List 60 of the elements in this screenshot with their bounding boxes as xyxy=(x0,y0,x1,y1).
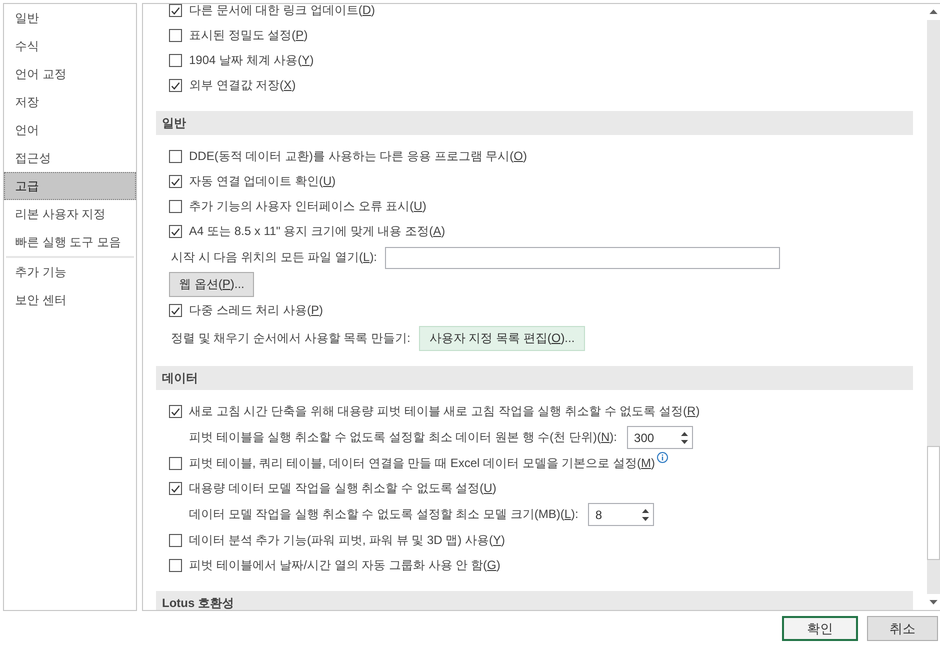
scroll-up-icon[interactable] xyxy=(927,4,940,20)
checkbox-label: 데이터 분석 추가 기능(파워 피벗, 파워 뷰 및 3D 맵) 사용(Y) xyxy=(189,532,506,549)
sidebar-item[interactable]: 접근성 xyxy=(4,144,136,172)
number-field[interactable]: 8 xyxy=(588,503,654,526)
checkbox[interactable] xyxy=(169,405,182,418)
sidebar-item[interactable]: 수식 xyxy=(4,32,136,60)
checkbox-label: 대용량 데이터 모델 작업을 실행 취소할 수 없도록 설정(U) xyxy=(189,480,496,497)
checkbox-label: 자동 연결 업데이트 확인(U) xyxy=(189,173,336,190)
checkbox[interactable] xyxy=(169,225,182,238)
checkbox-label: 다중 스레드 처리 사용(P) xyxy=(189,302,324,319)
checkbox[interactable] xyxy=(169,150,182,163)
down-arrow-icon[interactable] xyxy=(681,440,688,444)
sidebar-item[interactable]: 보안 센터 xyxy=(4,286,136,314)
edit-list-button[interactable]: 사용자 지정 목록 편집(O)... xyxy=(419,326,585,350)
sidebar-item[interactable]: 언어 xyxy=(4,116,136,144)
field-label: 데이터 모델 작업을 실행 취소할 수 없도록 설정할 최소 모델 크기(MB)(L): xyxy=(189,506,578,523)
checkbox-label: DDE(동적 데이터 교환)를 사용하는 다른 응용 프로그램 무시(O) xyxy=(189,148,528,165)
up-arrow-icon[interactable] xyxy=(642,508,650,512)
checkbox[interactable] xyxy=(169,29,182,42)
checkbox-label: 1904 날짜 체계 사용(Y) xyxy=(189,52,314,69)
checkbox-label: 새로 고침 시간 단축을 위해 대용량 피벗 테이블 새로 고침 작업을 실행 취소할 수 없도록 설정(R) xyxy=(189,403,700,420)
checkbox[interactable] xyxy=(169,559,182,572)
sidebar-item[interactable]: 언어 교정 xyxy=(4,60,136,88)
field-label: 정렬 및 채우기 순서에서 사용할 목록 만들기: xyxy=(171,330,410,346)
up-arrow-icon[interactable] xyxy=(681,432,688,436)
ok-button[interactable]: 확인 xyxy=(782,616,858,641)
section-header: 일반 xyxy=(156,111,913,135)
sidebar-item[interactable]: 일반 xyxy=(4,4,136,32)
scroll-down-icon[interactable] xyxy=(927,594,940,610)
checkbox[interactable] xyxy=(169,200,182,213)
checkbox[interactable] xyxy=(169,457,182,470)
checkbox[interactable] xyxy=(169,54,182,67)
text-field[interactable] xyxy=(385,246,780,268)
checkbox[interactable] xyxy=(169,534,182,547)
checkbox[interactable] xyxy=(169,482,182,495)
checkbox[interactable] xyxy=(169,4,182,17)
checkbox-label: A4 또는 8.5 x 11" 용지 크기에 맞게 내용 조정(A) xyxy=(189,223,446,240)
checkbox-label: 추가 기능의 사용자 인터페이스 오류 표시(U) xyxy=(189,198,426,215)
checkbox[interactable] xyxy=(169,175,182,188)
down-arrow-icon[interactable] xyxy=(642,516,650,520)
checkbox[interactable] xyxy=(169,79,182,92)
number-field[interactable]: 300 xyxy=(627,426,694,449)
checkbox-label: 피벗 테이블에서 날짜/시간 열의 자동 그룹화 사용 안 함(G) xyxy=(189,557,500,574)
checkbox-label: 다른 문서에 대한 링크 업데이트(D) xyxy=(189,4,376,19)
section-header: 데이터 xyxy=(156,366,913,390)
sidebar-item[interactable]: 고급 xyxy=(4,172,136,200)
scrollbar-thumb[interactable] xyxy=(927,446,940,560)
checkbox[interactable] xyxy=(169,304,182,317)
checkbox-label: 외부 연결값 저장(X) xyxy=(189,77,296,94)
checkbox-label: 피벗 테이블, 쿼리 테이블, 데이터 연결을 만들 때 Excel 데이터 모델을 기본으로 설정(M) xyxy=(189,455,656,472)
web-options-button[interactable]: 웹 옵션(P)... xyxy=(169,272,254,297)
sidebar-item[interactable]: 빠른 실행 도구 모음 xyxy=(4,228,136,256)
section-header: Lotus 호환성 xyxy=(156,591,913,610)
checkbox-label: 표시된 정밀도 설정(P) xyxy=(189,27,308,44)
sidebar-item[interactable]: 저장 xyxy=(4,88,136,116)
field-label: 피벗 테이블을 실행 취소할 수 없도록 설정할 최소 데이터 원본 행 수(천 단위)(N): xyxy=(189,429,618,446)
cancel-button[interactable]: 취소 xyxy=(867,616,938,641)
sidebar-item[interactable]: 추가 기능 xyxy=(4,258,136,286)
field-label: 시작 시 다음 위치의 모든 파일 열기(L): xyxy=(171,249,378,266)
sidebar-item[interactable]: 리본 사용자 지정 xyxy=(4,200,136,228)
